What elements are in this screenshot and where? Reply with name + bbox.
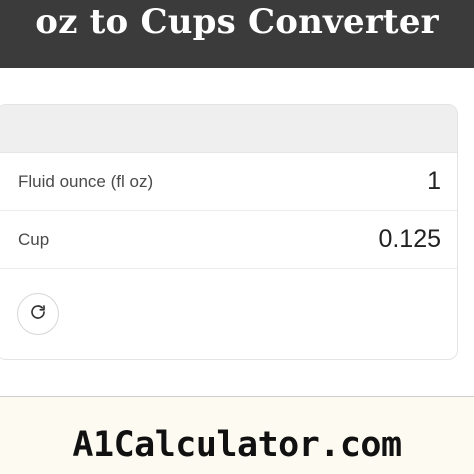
converter-card-header [0, 105, 457, 153]
converter-card: Fluid ounce (fl oz) 1 Cup 0.125 [0, 104, 458, 360]
cup-label: Cup [18, 229, 50, 249]
converter-actions [0, 269, 457, 359]
page: oz to Cups Converter Fluid ounce (fl oz)… [0, 0, 474, 474]
cup-value[interactable]: 0.125 [378, 225, 441, 254]
converter-row-fluid-ounce[interactable]: Fluid ounce (fl oz) 1 [0, 153, 457, 211]
fluid-ounce-label: Fluid ounce (fl oz) [18, 171, 154, 191]
converter-row-cup[interactable]: Cup 0.125 [0, 211, 457, 269]
reset-button[interactable] [17, 293, 59, 335]
fluid-ounce-value[interactable]: 1 [427, 167, 441, 196]
refresh-icon [29, 303, 47, 326]
footer: A1Calculator.com [0, 397, 474, 474]
footer-brand: A1Calculator.com [72, 424, 402, 465]
page-title: oz to Cups Converter [35, 2, 439, 42]
page-header: oz to Cups Converter [0, 0, 474, 68]
